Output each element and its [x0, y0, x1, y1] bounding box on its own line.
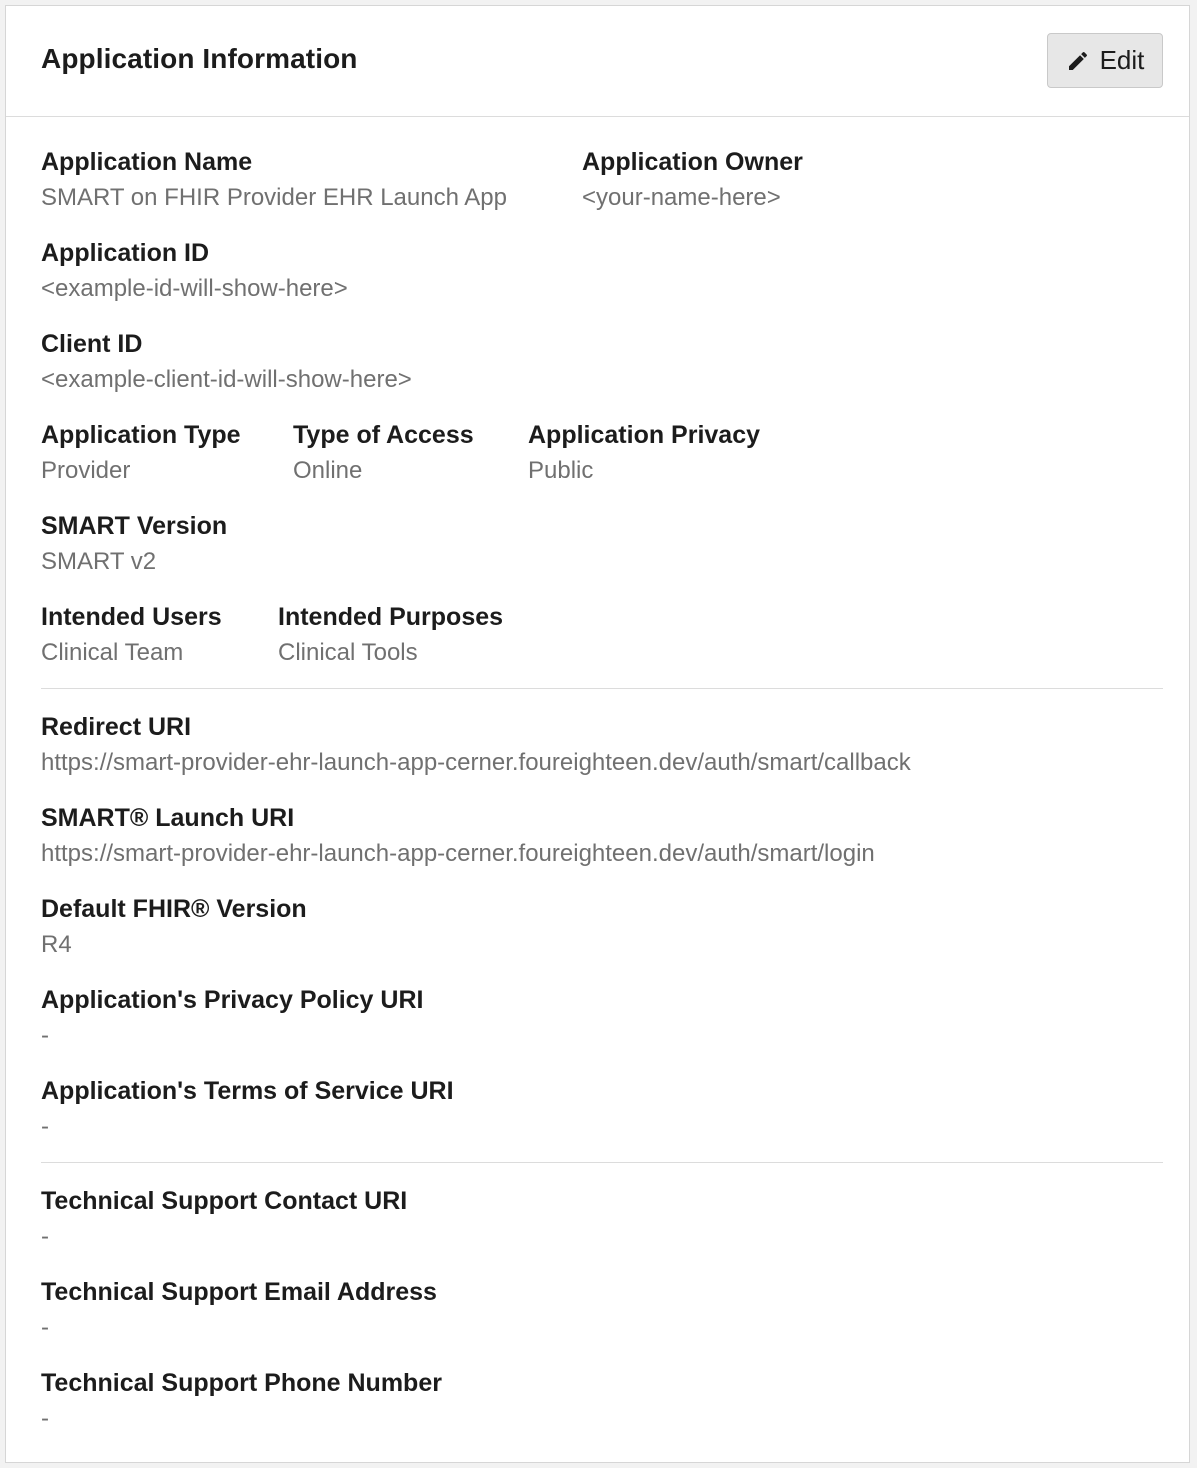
field-application-type: Application Type Provider: [41, 419, 241, 487]
field-label: Technical Support Phone Number: [41, 1369, 442, 1397]
field-privacy-policy-uri: Application's Privacy Policy URI -: [41, 984, 423, 1052]
field-intended-users: Intended Users Clinical Team: [41, 601, 222, 669]
field-label: Client ID: [41, 330, 143, 358]
field-label: Type of Access: [293, 421, 474, 449]
field-application-id: Application ID <example-id-will-show-her…: [41, 237, 348, 305]
section-divider: [41, 1162, 1163, 1163]
field-label: Technical Support Email Address: [41, 1278, 437, 1306]
field-application-owner: Application Owner <your-name-here>: [582, 146, 803, 214]
field-terms-of-service-uri: Application's Terms of Service URI -: [41, 1075, 454, 1143]
field-value: <example-client-id-will-show-here>: [41, 366, 412, 393]
pencil-icon: [1066, 49, 1090, 73]
field-intended-purposes: Intended Purposes Clinical Tools: [278, 601, 503, 669]
field-value: Clinical Team: [41, 639, 184, 666]
field-label: Application's Privacy Policy URI: [41, 986, 424, 1014]
application-information-card: Application Information Edit Application…: [5, 5, 1190, 1463]
card-header: Application Information Edit: [6, 6, 1189, 117]
edit-button[interactable]: Edit: [1047, 33, 1163, 88]
edit-button-label: Edit: [1099, 45, 1145, 75]
page-title: Application Information: [41, 43, 358, 74]
field-client-id: Client ID <example-client-id-will-show-h…: [41, 328, 412, 396]
field-label: Application's Terms of Service URI: [41, 1077, 454, 1105]
field-value: <your-name-here>: [582, 184, 781, 211]
field-value: Public: [528, 457, 594, 484]
field-value: Clinical Tools: [278, 639, 418, 666]
field-label: Intended Users: [41, 603, 222, 631]
field-value: -: [41, 1314, 49, 1341]
field-value: Provider: [41, 457, 131, 484]
field-type-of-access: Type of Access Online: [293, 419, 474, 487]
field-application-privacy: Application Privacy Public: [528, 419, 760, 487]
field-redirect-uri: Redirect URI https://smart-provider-ehr-…: [41, 711, 911, 779]
field-value: -: [41, 1113, 49, 1140]
field-label: Application Name: [41, 148, 253, 176]
field-value: R4: [41, 931, 72, 958]
field-smart-version: SMART Version SMART v2: [41, 510, 227, 578]
field-label: Technical Support Contact URI: [41, 1187, 408, 1215]
field-label: Redirect URI: [41, 713, 192, 741]
field-application-name: Application Name SMART on FHIR Provider …: [41, 146, 507, 214]
field-default-fhir-version: Default FHIR® Version R4: [41, 893, 307, 961]
field-value: SMART on FHIR Provider EHR Launch App: [41, 184, 507, 211]
field-label: Intended Purposes: [278, 603, 504, 631]
field-value: https://smart-provider-ehr-launch-app-ce…: [41, 840, 875, 867]
field-label: SMART Version: [41, 512, 228, 540]
section-divider: [41, 688, 1163, 689]
field-value: -: [41, 1223, 49, 1250]
field-label: Default FHIR® Version: [41, 895, 307, 923]
field-label: Application Type: [41, 421, 241, 449]
field-smart-launch-uri: SMART® Launch URI https://smart-provider…: [41, 802, 875, 870]
field-value: <example-id-will-show-here>: [41, 275, 348, 302]
field-value: SMART v2: [41, 548, 157, 575]
field-value: https://smart-provider-ehr-launch-app-ce…: [41, 749, 911, 776]
field-label: SMART® Launch URI: [41, 804, 295, 832]
field-support-contact-uri: Technical Support Contact URI -: [41, 1185, 407, 1253]
field-label: Application ID: [41, 239, 210, 267]
field-support-email: Technical Support Email Address -: [41, 1276, 437, 1344]
field-label: Application Owner: [582, 148, 803, 176]
field-value: -: [41, 1405, 49, 1432]
field-value: -: [41, 1022, 49, 1049]
field-support-phone: Technical Support Phone Number -: [41, 1367, 442, 1435]
field-value: Online: [293, 457, 363, 484]
field-label: Application Privacy: [528, 421, 761, 449]
